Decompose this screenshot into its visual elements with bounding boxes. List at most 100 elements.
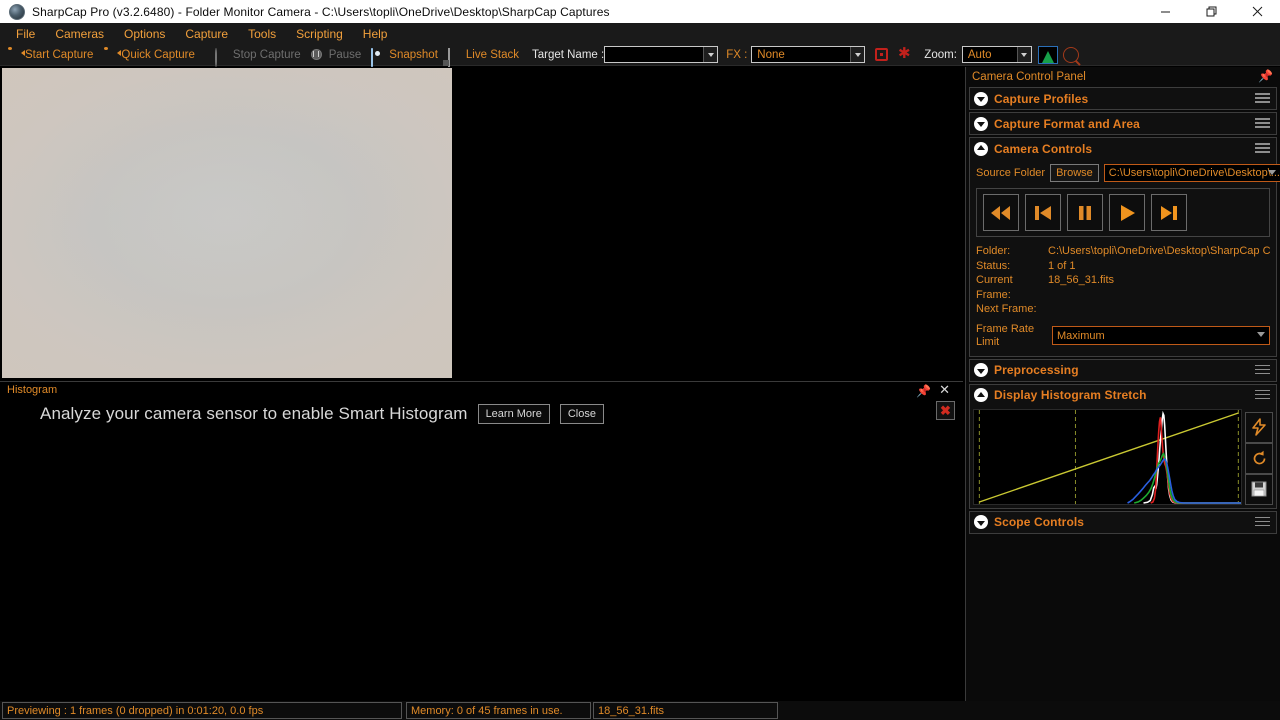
chevron-down-icon[interactable] bbox=[974, 515, 988, 529]
section-title: Capture Format and Area bbox=[994, 116, 1140, 131]
rewind-button[interactable] bbox=[983, 194, 1019, 231]
chevron-down-icon[interactable] bbox=[1267, 170, 1276, 175]
menu-icon[interactable] bbox=[1255, 364, 1270, 376]
section-header-capture-profiles[interactable]: Capture Profiles bbox=[970, 88, 1276, 109]
pause-button[interactable]: Pause bbox=[308, 45, 369, 65]
snapshot-button[interactable]: Snapshot bbox=[368, 45, 445, 67]
status-preview: Previewing : 1 frames (0 dropped) in 0:0… bbox=[2, 702, 402, 719]
section-header-preprocessing[interactable]: Preprocessing bbox=[970, 360, 1276, 381]
section-header-capture-format-and-area[interactable]: Capture Format and Area bbox=[970, 113, 1276, 134]
info-value: C:\Users\topli\OneDrive\Desktop\SharpCap… bbox=[1048, 245, 1270, 257]
live-stack-label: Live Stack bbox=[465, 48, 519, 61]
menu-icon[interactable] bbox=[1255, 143, 1270, 154]
pin-icon[interactable]: 📌 bbox=[1258, 69, 1273, 83]
histogram-icon[interactable] bbox=[1037, 45, 1058, 64]
info-key: Current Frame: bbox=[976, 274, 1013, 301]
chevron-up-icon[interactable] bbox=[974, 388, 988, 402]
browse-button[interactable]: Browse bbox=[1050, 164, 1099, 182]
menu-bar: File Cameras Options Capture Tools Scrip… bbox=[0, 23, 1280, 44]
menu-icon[interactable] bbox=[1255, 516, 1270, 528]
menu-help[interactable]: Help bbox=[353, 25, 398, 43]
chevron-down-icon[interactable] bbox=[1016, 47, 1031, 62]
chevron-up-icon[interactable] bbox=[974, 141, 988, 156]
window-controls bbox=[1142, 0, 1280, 23]
stretch-graph[interactable] bbox=[973, 408, 1242, 505]
skip-previous-button[interactable] bbox=[1025, 194, 1061, 231]
menu-options[interactable]: Options bbox=[114, 25, 175, 43]
menu-capture[interactable]: Capture bbox=[175, 25, 238, 43]
section-title: Capture Profiles bbox=[994, 91, 1089, 106]
star-crosshair-icon[interactable]: ✱ bbox=[896, 46, 912, 62]
section-camera-controls: Camera Controls Source Folder Browse C:\… bbox=[969, 137, 1280, 357]
info-key: Next Frame: bbox=[976, 303, 1037, 315]
menu-tools[interactable]: Tools bbox=[238, 25, 286, 43]
close-banner-button[interactable]: Close bbox=[559, 404, 604, 425]
info-row-2: Current Frame: 18_56_31.fits bbox=[976, 273, 1270, 302]
auto-stretch-icon[interactable] bbox=[1245, 411, 1273, 443]
restore-button[interactable] bbox=[1188, 0, 1234, 23]
play-button[interactable] bbox=[1109, 194, 1145, 231]
learn-more-button[interactable]: Learn More bbox=[477, 404, 550, 425]
section-title: Camera Controls bbox=[994, 141, 1093, 156]
target-name-input[interactable] bbox=[604, 46, 719, 63]
section-header-camera-controls[interactable]: Camera Controls bbox=[970, 138, 1276, 159]
info-key: Folder: bbox=[976, 245, 1011, 257]
histogram-close-button[interactable]: ✖ bbox=[936, 401, 955, 420]
camera-control-panel: Camera Control Panel 📌 Capture Profiles … bbox=[965, 67, 1280, 701]
chevron-down-icon[interactable] bbox=[974, 116, 988, 131]
info-row-0: Folder: C:\Users\topli\OneDrive\Desktop\S… bbox=[976, 244, 1270, 259]
status-filename: 18_56_31.fits bbox=[593, 702, 778, 719]
transport-controls bbox=[976, 188, 1270, 237]
stretch-curve-svg bbox=[978, 409, 1241, 504]
target-name-label: Target Name : bbox=[531, 48, 605, 61]
close-button[interactable] bbox=[1234, 0, 1280, 23]
magnifier-icon[interactable] bbox=[1062, 46, 1079, 63]
chevron-down-icon[interactable] bbox=[1257, 332, 1265, 337]
menu-file[interactable]: File bbox=[6, 25, 45, 43]
stop-capture-button[interactable]: Stop Capture bbox=[212, 45, 308, 67]
folder-monitor-info: Folder: C:\Users\topli\OneDrive\Desktop\S… bbox=[976, 244, 1270, 317]
zoom-label: Zoom: bbox=[924, 48, 957, 61]
chevron-down-icon[interactable] bbox=[974, 363, 988, 377]
select-area-icon[interactable] bbox=[875, 48, 889, 61]
frame-rate-limit-label: Frame Rate Limit bbox=[976, 322, 1035, 348]
menu-cameras[interactable]: Cameras bbox=[45, 25, 114, 43]
zoom-value: Auto bbox=[967, 48, 992, 61]
reset-icon[interactable] bbox=[1245, 442, 1273, 474]
skip-next-button[interactable] bbox=[1151, 194, 1187, 231]
image-preview-area[interactable] bbox=[0, 67, 963, 380]
section-title: Scope Controls bbox=[994, 515, 1085, 529]
menu-icon[interactable] bbox=[1255, 118, 1270, 129]
section-header-display-histogram-stretch[interactable]: Display Histogram Stretch bbox=[970, 385, 1276, 406]
pause-icon bbox=[310, 48, 322, 60]
chevron-down-icon[interactable] bbox=[974, 91, 988, 106]
window-title: SharpCap Pro (v3.2.6480) - Folder Monito… bbox=[32, 4, 610, 19]
histogram-panel: Histogram 📌 ✕ ✖ Analyze your camera sens… bbox=[0, 381, 963, 701]
app-logo-icon bbox=[9, 3, 25, 20]
pause-button[interactable] bbox=[1067, 194, 1103, 231]
start-capture-button[interactable]: Start Capture bbox=[4, 45, 100, 65]
source-folder-row: Source Folder Browse C:\Users\topli\OneD… bbox=[976, 164, 1280, 182]
live-stack-button[interactable]: Live Stack bbox=[445, 45, 526, 67]
chevron-down-icon[interactable] bbox=[850, 47, 865, 62]
frame-rate-limit-select[interactable]: Maximum bbox=[1052, 326, 1270, 345]
stretch-tool-buttons bbox=[1245, 411, 1273, 505]
chevron-down-icon[interactable] bbox=[703, 47, 718, 62]
quick-capture-button[interactable]: Quick Capture bbox=[100, 45, 202, 65]
menu-icon[interactable] bbox=[1255, 389, 1270, 401]
menu-icon[interactable] bbox=[1255, 93, 1270, 104]
section-header-scope-controls[interactable]: Scope Controls bbox=[970, 512, 1276, 533]
frame-rate-limit-value: Maximum bbox=[1057, 329, 1105, 342]
menu-scripting[interactable]: Scripting bbox=[286, 25, 353, 43]
stretch-curve bbox=[979, 411, 1239, 503]
source-folder-select[interactable]: C:\Users\topli\OneDrive\Desktop\... bbox=[1103, 164, 1280, 182]
zoom-select[interactable]: Auto bbox=[961, 46, 1032, 63]
source-folder-label: Source Folder bbox=[976, 167, 1046, 179]
minimize-button[interactable] bbox=[1142, 0, 1188, 23]
save-icon[interactable] bbox=[1245, 473, 1273, 505]
pin-icon[interactable]: 📌 bbox=[916, 384, 931, 398]
section-title: Display Histogram Stretch bbox=[994, 388, 1147, 402]
close-icon[interactable]: ✕ bbox=[939, 383, 950, 396]
fx-select[interactable]: None bbox=[751, 46, 866, 63]
preview-frame-image bbox=[2, 68, 452, 378]
